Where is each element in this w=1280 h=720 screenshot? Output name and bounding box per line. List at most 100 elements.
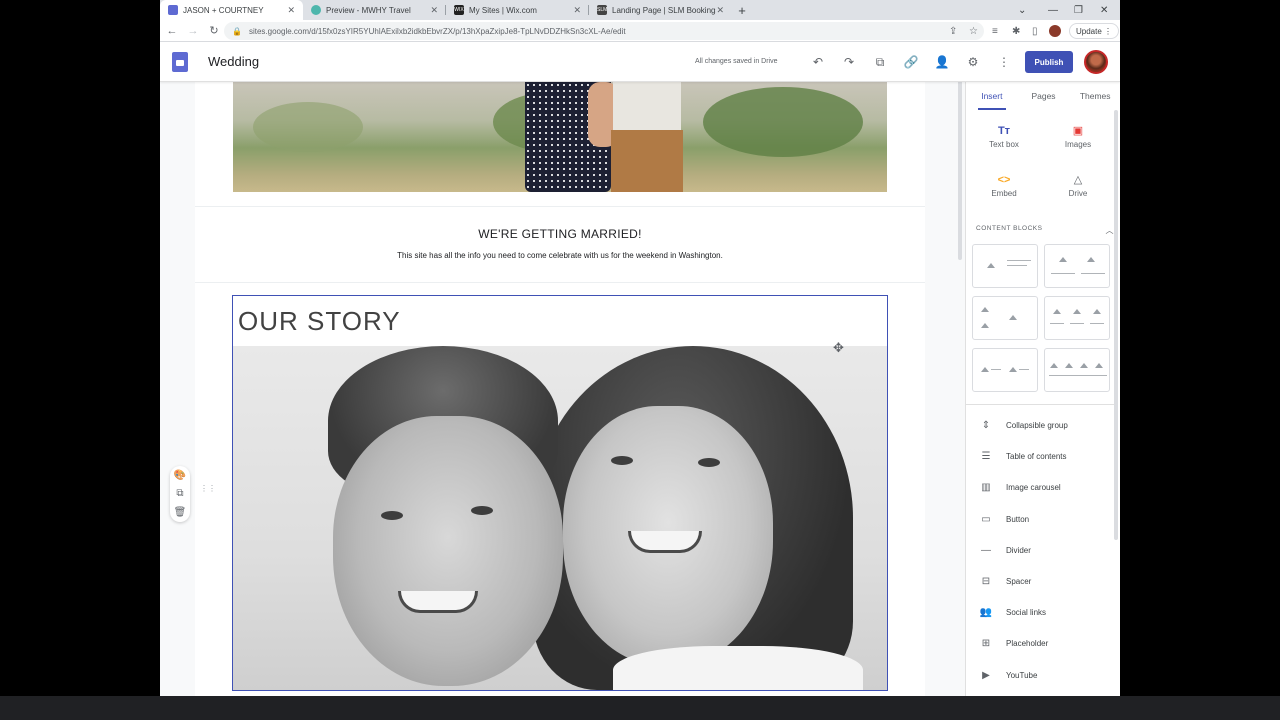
content-block-3[interactable] bbox=[972, 296, 1038, 340]
sites-favicon-icon bbox=[168, 5, 178, 15]
our-story-title[interactable]: OUR STORY bbox=[238, 306, 401, 337]
publish-button[interactable]: Publish bbox=[1025, 51, 1073, 73]
insert-images[interactable]: ▣ Images bbox=[1042, 122, 1114, 164]
media-icon[interactable]: ≡ bbox=[992, 20, 998, 42]
insert-embed[interactable]: <> Embed bbox=[968, 171, 1040, 213]
redo-icon[interactable]: ↷ bbox=[841, 54, 857, 70]
tab-search-icon[interactable]: ⌄ bbox=[1018, 0, 1026, 20]
canvas-scrollbar[interactable] bbox=[958, 80, 962, 260]
content-block-2[interactable] bbox=[1044, 244, 1110, 288]
placeholder-icon: ⊞ bbox=[981, 638, 991, 650]
married-heading[interactable]: WE'RE GETTING MARRIED! bbox=[195, 227, 925, 241]
component-label: Image carousel bbox=[1006, 483, 1061, 493]
content-block-1[interactable] bbox=[972, 244, 1038, 288]
sidepanel-icon[interactable]: ▯ bbox=[1032, 20, 1038, 42]
palette-icon[interactable]: 🎨 bbox=[174, 470, 186, 481]
image-carousel-icon: ▥ bbox=[981, 482, 991, 494]
minimize-icon[interactable]: — bbox=[1048, 0, 1058, 20]
insert-collapsible-group[interactable]: ⇕ Collapsible group bbox=[966, 410, 1114, 441]
insert-drive[interactable]: △ Drive bbox=[1042, 171, 1114, 213]
url-text: sites.google.com/d/15fx0zsYIR5YUhlAExilx… bbox=[248, 26, 626, 36]
our-story-section[interactable]: OUR STORY ✥ bbox=[232, 295, 888, 691]
google-sites-logo-icon[interactable] bbox=[172, 52, 188, 72]
close-icon[interactable]: ✕ bbox=[287, 5, 295, 16]
account-avatar[interactable] bbox=[1084, 50, 1108, 74]
browser-toolbar: ← → ↻ 🔒 sites.google.com/d/15fx0zsYIR5YU… bbox=[160, 20, 1120, 42]
taskbar bbox=[0, 696, 1280, 720]
move-handle-icon[interactable]: ✥ bbox=[833, 340, 844, 356]
insert-social-links[interactable]: 👥 Social links bbox=[966, 597, 1114, 628]
drag-handle-icon[interactable]: ⋮⋮ bbox=[200, 484, 216, 493]
content-block-4[interactable] bbox=[1044, 296, 1110, 340]
component-label: Collapsible group bbox=[1006, 421, 1068, 431]
component-label: Button bbox=[1006, 514, 1030, 524]
tab-title: JASON + COURTNEY bbox=[183, 5, 264, 15]
insert-table-of-contents[interactable]: ☰ Table of contents bbox=[966, 441, 1114, 472]
couple-portrait-image[interactable] bbox=[233, 346, 887, 690]
tab-themes[interactable]: Themes bbox=[1069, 82, 1120, 110]
restore-icon[interactable]: ❐ bbox=[1074, 0, 1083, 20]
preview-icon[interactable]: ⧉ bbox=[872, 54, 888, 70]
tab-pages[interactable]: Pages bbox=[1018, 82, 1070, 110]
editor-canvas: WE'RE GETTING MARRIED! This site has all… bbox=[160, 82, 965, 696]
insert-placeholder[interactable]: ⊞ Placeholder bbox=[966, 628, 1114, 659]
settings-gear-icon[interactable]: ⚙ bbox=[965, 54, 981, 70]
text-box-icon: Tт bbox=[997, 125, 1011, 137]
site-title[interactable]: Wedding bbox=[208, 54, 259, 69]
link-icon[interactable]: 🔗 bbox=[903, 54, 919, 70]
components-list: ⇕ Collapsible group ☰ Table of contents ▥ I… bbox=[966, 410, 1114, 691]
panel-tabs: Insert Pages Themes bbox=[966, 82, 1120, 110]
share-with-others-icon[interactable]: 👤 bbox=[934, 54, 950, 70]
married-subtitle[interactable]: This site has all the info you need to c… bbox=[195, 251, 925, 260]
saved-status: All changes saved in Drive bbox=[695, 58, 778, 65]
content-block-5[interactable] bbox=[972, 348, 1038, 392]
couple-field-image[interactable] bbox=[233, 82, 887, 192]
insert-button[interactable]: ▭ Button bbox=[966, 504, 1114, 535]
share-icon[interactable]: ⇪ bbox=[949, 20, 957, 42]
insert-spacer[interactable]: ⊟ Spacer bbox=[966, 566, 1114, 597]
more-options-icon[interactable]: ⋮ bbox=[996, 54, 1012, 70]
drive-icon: △ bbox=[1073, 174, 1083, 186]
tab-insert[interactable]: Insert bbox=[966, 82, 1018, 110]
tab-label: Insert bbox=[981, 91, 1003, 101]
browser-tab-2[interactable]: Preview - MWHY Travel ✕ bbox=[303, 0, 446, 20]
chevron-up-icon[interactable]: ︿ bbox=[1106, 225, 1115, 236]
close-icon[interactable]: ✕ bbox=[430, 5, 438, 16]
browser-tab-3[interactable]: WIX My Sites | Wix.com ✕ bbox=[446, 0, 589, 20]
panel-scrollbar[interactable] bbox=[1114, 110, 1118, 540]
forward-icon[interactable]: → bbox=[184, 25, 202, 37]
bookmark-star-icon[interactable]: ☆ bbox=[969, 20, 978, 42]
browser-tab-1[interactable]: JASON + COURTNEY ✕ bbox=[160, 0, 303, 20]
tab-label: Themes bbox=[1079, 91, 1111, 101]
back-icon[interactable]: ← bbox=[163, 25, 181, 37]
delete-section-icon[interactable]: 🗑 bbox=[174, 507, 187, 518]
tab-title: My Sites | Wix.com bbox=[469, 5, 537, 15]
tab-label: Pages bbox=[1031, 91, 1056, 101]
extensions-icon[interactable]: ✱ bbox=[1012, 20, 1020, 42]
publish-label: Publish bbox=[1034, 57, 1064, 67]
content-blocks-header[interactable]: CONTENT BLOCKS ︿ bbox=[976, 225, 1114, 236]
wix-favicon-icon: WIX bbox=[454, 5, 464, 15]
content-block-6[interactable] bbox=[1044, 348, 1110, 392]
reload-icon[interactable]: ↻ bbox=[205, 24, 223, 37]
insert-image-carousel[interactable]: ▥ Image carousel bbox=[966, 472, 1114, 503]
divider-icon: — bbox=[981, 544, 991, 556]
address-bar[interactable]: 🔒 sites.google.com/d/15fx0zsYIR5YUhlAExi… bbox=[224, 22, 984, 40]
undo-icon[interactable]: ↶ bbox=[810, 54, 826, 70]
update-button[interactable]: Update ⋮ bbox=[1069, 23, 1120, 39]
insert-divider[interactable]: — Divider bbox=[966, 535, 1114, 566]
window-close-icon[interactable]: ✕ bbox=[1100, 0, 1108, 20]
duplicate-section-icon[interactable]: ⧉ bbox=[176, 488, 183, 499]
close-icon[interactable]: ✕ bbox=[573, 5, 581, 16]
new-tab-button[interactable]: + bbox=[732, 0, 752, 20]
close-icon[interactable]: ✕ bbox=[716, 5, 724, 16]
insert-youtube[interactable]: ▶ YouTube bbox=[966, 660, 1114, 691]
lock-icon: 🔒 bbox=[232, 26, 242, 36]
insert-text-box[interactable]: Tт Text box bbox=[968, 122, 1040, 164]
profile-avatar-small[interactable] bbox=[1049, 20, 1061, 42]
spacer-icon: ⊟ bbox=[981, 576, 991, 588]
content-blocks-label: CONTENT BLOCKS bbox=[976, 225, 1043, 232]
update-label: Update bbox=[1076, 26, 1102, 36]
browser-tab-4[interactable]: SLM Landing Page | SLM Bookings ✕ bbox=[589, 0, 732, 20]
component-label: Divider bbox=[1006, 545, 1031, 555]
